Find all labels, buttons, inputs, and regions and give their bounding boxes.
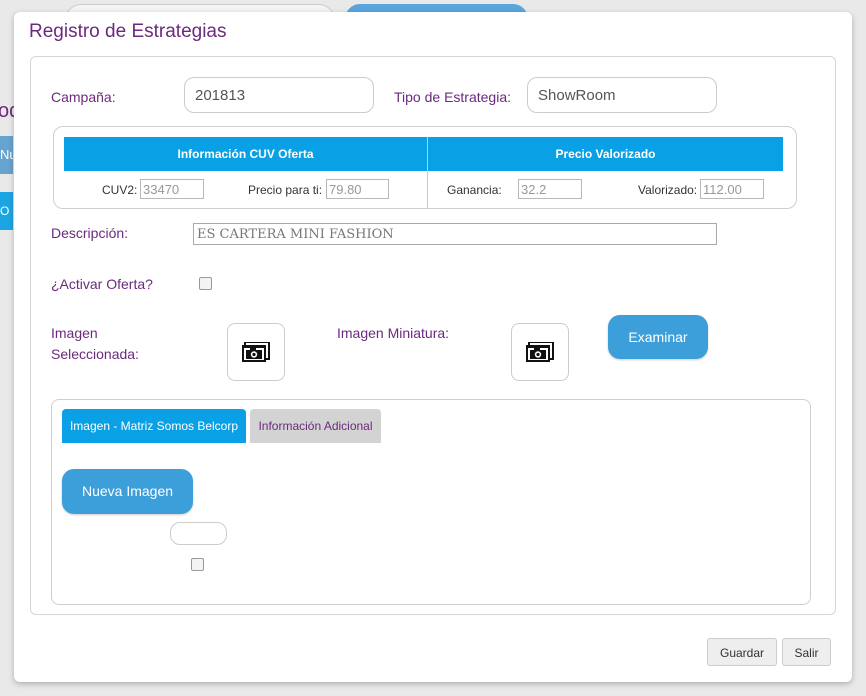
image-tabs-box: Imagen - Matriz Somos Belcorp Informació… [51,399,811,605]
strategy-type-label: Tipo de Estrategia: [394,89,511,105]
valued-input[interactable]: 112.00 [700,179,764,199]
camera-icon [526,342,554,362]
tab-additional-info[interactable]: Información Adicional [250,409,381,443]
description-input[interactable]: ES CARTERA MINI FASHION [193,223,717,245]
image-select-checkbox[interactable] [191,558,204,571]
campaign-label: Campaña: [51,89,116,105]
save-button[interactable]: Guardar [707,638,777,666]
column-divider [427,137,428,208]
tab-image-matrix[interactable]: Imagen - Matriz Somos Belcorp [62,409,246,443]
camera-icon [242,342,270,362]
selected-image-button[interactable] [227,323,285,381]
form-panel: Campaña: 201813 Tipo de Estrategia: Show… [30,56,836,615]
exit-button[interactable]: Salir [782,638,831,666]
modal-title: Registro de Estrategias [29,21,227,42]
selected-image-label-line1: Imagen [51,325,98,341]
valued-price-header: Precio Valorizado [428,137,783,171]
valued-label: Valorizado: [638,183,698,197]
strategy-registration-modal: Registro de Estrategias Campaña: 201813 … [14,12,852,682]
cuv2-input[interactable]: 33470 [140,179,204,199]
gain-label: Ganancia: [447,183,502,197]
price-label: Precio para ti: [248,183,323,197]
image-order-input[interactable] [170,522,227,545]
price-input[interactable]: 79.80 [326,179,389,199]
campaign-input[interactable]: 201813 [184,77,374,113]
selected-image-label-line2: Seleccionada: [51,346,139,362]
thumbnail-image-button[interactable] [511,323,569,381]
cuv2-label: CUV2: [102,183,138,197]
strategy-type-input[interactable]: ShowRoom [527,77,717,113]
thumbnail-image-label: Imagen Miniatura: [337,325,450,341]
background-new-button-fragment: Nu [0,136,13,174]
browse-button[interactable]: Examinar [608,315,708,359]
gain-input[interactable]: 32.2 [518,179,582,199]
activate-offer-label: ¿Activar Oferta? [51,276,153,292]
background-button-fragment: O [0,192,13,230]
new-image-button[interactable]: Nueva Imagen [62,469,193,514]
price-info-box: Información CUV Oferta Precio Valorizado… [53,126,797,209]
description-label: Descripción: [51,225,129,241]
cuv-offer-header: Información CUV Oferta [64,137,427,171]
activate-offer-checkbox[interactable] [199,277,212,290]
